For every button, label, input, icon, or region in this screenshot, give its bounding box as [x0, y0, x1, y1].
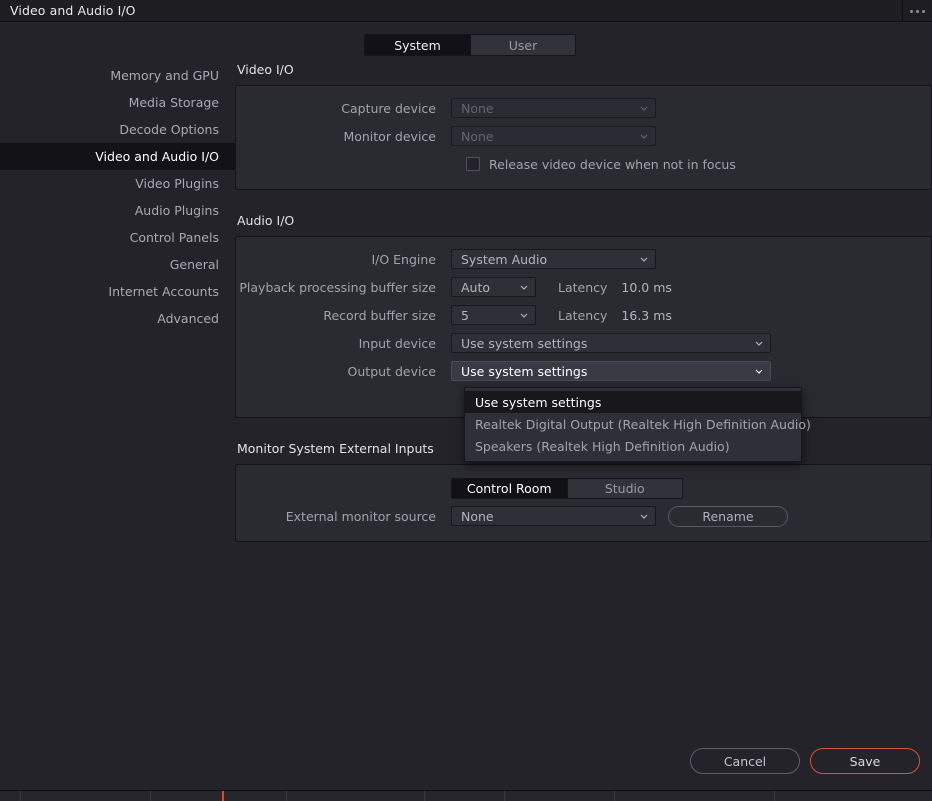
- section-title-video-io: Video I/O: [237, 62, 294, 77]
- chevron-down-icon: [754, 366, 764, 376]
- row-record-buffer: Record buffer size 5 Latency 16.3 ms: [236, 301, 931, 329]
- tab-studio[interactable]: Studio: [566, 478, 682, 498]
- io-engine-select[interactable]: System Audio: [451, 249, 656, 269]
- input-device-select[interactable]: Use system settings: [451, 333, 771, 353]
- label-playback-buffer: Playback processing buffer size: [239, 279, 436, 295]
- row-monitor-tabs: Control Room Studio: [236, 475, 931, 501]
- chevron-down-icon: [639, 131, 649, 141]
- label-record-buffer: Record buffer size: [323, 307, 436, 323]
- label-io-engine: I/O Engine: [371, 251, 436, 267]
- row-io-engine: I/O Engine System Audio: [236, 245, 931, 273]
- chevron-down-icon: [639, 254, 649, 264]
- tab-control-room[interactable]: Control Room: [452, 478, 567, 498]
- chevron-down-icon: [519, 310, 529, 320]
- input-device-value: Use system settings: [461, 335, 588, 351]
- value-playback-latency: 10.0 ms: [621, 279, 672, 295]
- timeline-playhead: [222, 791, 224, 801]
- rename-button[interactable]: Rename: [668, 505, 788, 527]
- dropdown-option-realtek-digital-output[interactable]: Realtek Digital Output (Realtek High Def…: [465, 413, 811, 435]
- release-video-device-checkbox[interactable]: [466, 157, 480, 171]
- sidebar-item-decode-options[interactable]: Decode Options: [0, 116, 235, 143]
- label-release-video-device: Release video device when not in focus: [489, 156, 736, 172]
- sidebar-item-audio-plugins[interactable]: Audio Plugins: [0, 197, 235, 224]
- label-external-monitor-source: External monitor source: [285, 508, 436, 524]
- value-record-latency: 16.3 ms: [621, 307, 672, 323]
- sidebar-item-internet-accounts[interactable]: Internet Accounts: [0, 278, 235, 305]
- timeline-divider: [504, 791, 505, 801]
- more-options-icon: [910, 9, 925, 13]
- background-timeline-strip: [0, 790, 932, 801]
- row-output-device: Output device Use system settings: [236, 357, 931, 385]
- timeline-divider: [614, 791, 615, 801]
- chevron-down-icon: [519, 282, 529, 292]
- label-monitor-device: Monitor device: [343, 128, 436, 144]
- row-external-monitor-source: External monitor source None Rename: [236, 501, 931, 531]
- record-buffer-select[interactable]: 5: [451, 305, 536, 325]
- timeline-divider: [20, 791, 21, 801]
- output-device-select[interactable]: Use system settings: [451, 361, 771, 381]
- playback-buffer-value: Auto: [461, 279, 491, 295]
- dropdown-option-use-system-settings[interactable]: Use system settings: [465, 391, 801, 413]
- output-device-dropdown-popup: Use system settings Realtek Digital Outp…: [464, 387, 811, 462]
- section-title-audio-io: Audio I/O: [237, 213, 295, 228]
- sidebar-item-advanced[interactable]: Advanced: [0, 305, 235, 332]
- row-playback-buffer: Playback processing buffer size Auto Lat…: [236, 273, 931, 301]
- tab-system[interactable]: System: [365, 35, 470, 55]
- scope-tabs: System User: [364, 34, 576, 56]
- settings-sidebar: Memory and GPU Media Storage Decode Opti…: [0, 62, 235, 332]
- chevron-down-icon: [639, 103, 649, 113]
- output-device-value: Use system settings: [461, 363, 588, 379]
- dialog-footer: Cancel Save: [0, 740, 932, 782]
- playback-buffer-select[interactable]: Auto: [451, 277, 536, 297]
- timeline-divider: [150, 791, 151, 801]
- panel-video-io: Capture device None Monitor device None: [235, 85, 932, 190]
- sidebar-item-video-plugins[interactable]: Video Plugins: [0, 170, 235, 197]
- label-playback-latency: Latency: [558, 279, 608, 295]
- row-release-video-device: Release video device when not in focus: [236, 150, 931, 178]
- sidebar-item-media-storage[interactable]: Media Storage: [0, 89, 235, 116]
- io-engine-value: System Audio: [461, 251, 548, 267]
- dropdown-option-speakers-realtek[interactable]: Speakers (Realtek High Definition Audio): [465, 435, 801, 457]
- tab-user[interactable]: User: [470, 35, 575, 55]
- panel-monitor-external: Control Room Studio External monitor sou…: [235, 464, 932, 542]
- cancel-button[interactable]: Cancel: [690, 748, 800, 774]
- monitor-device-value: None: [461, 128, 494, 144]
- external-monitor-source-value: None: [461, 508, 494, 524]
- monitor-device-select[interactable]: None: [451, 126, 656, 146]
- sidebar-item-video-and-audio-io[interactable]: Video and Audio I/O: [0, 143, 235, 170]
- more-options-button[interactable]: [902, 0, 932, 22]
- chevron-down-icon: [754, 338, 764, 348]
- save-button[interactable]: Save: [810, 748, 920, 774]
- settings-content: Video I/O Capture device None Monitor de…: [235, 62, 932, 542]
- capture-device-select[interactable]: None: [451, 98, 656, 118]
- capture-device-value: None: [461, 100, 494, 116]
- row-monitor-device: Monitor device None: [236, 122, 931, 150]
- sidebar-item-memory-and-gpu[interactable]: Memory and GPU: [0, 62, 235, 89]
- label-input-device: Input device: [358, 335, 436, 351]
- monitor-room-tabs: Control Room Studio: [451, 477, 683, 499]
- window-title: Video and Audio I/O: [10, 3, 136, 18]
- row-input-device: Input device Use system settings: [236, 329, 931, 357]
- record-buffer-value: 5: [461, 307, 469, 323]
- timeline-divider: [774, 791, 775, 801]
- sidebar-item-general[interactable]: General: [0, 251, 235, 278]
- timeline-divider: [286, 791, 287, 801]
- chevron-down-icon: [639, 511, 649, 521]
- row-capture-device: Capture device None: [236, 94, 931, 122]
- sidebar-item-control-panels[interactable]: Control Panels: [0, 224, 235, 251]
- external-monitor-source-select[interactable]: None: [451, 506, 656, 526]
- preferences-window: Video and Audio I/O System User Memory a…: [0, 0, 932, 801]
- label-capture-device: Capture device: [341, 100, 436, 116]
- label-output-device: Output device: [347, 363, 436, 379]
- window-titlebar: Video and Audio I/O: [0, 0, 932, 22]
- timeline-divider: [424, 791, 425, 801]
- label-record-latency: Latency: [558, 307, 608, 323]
